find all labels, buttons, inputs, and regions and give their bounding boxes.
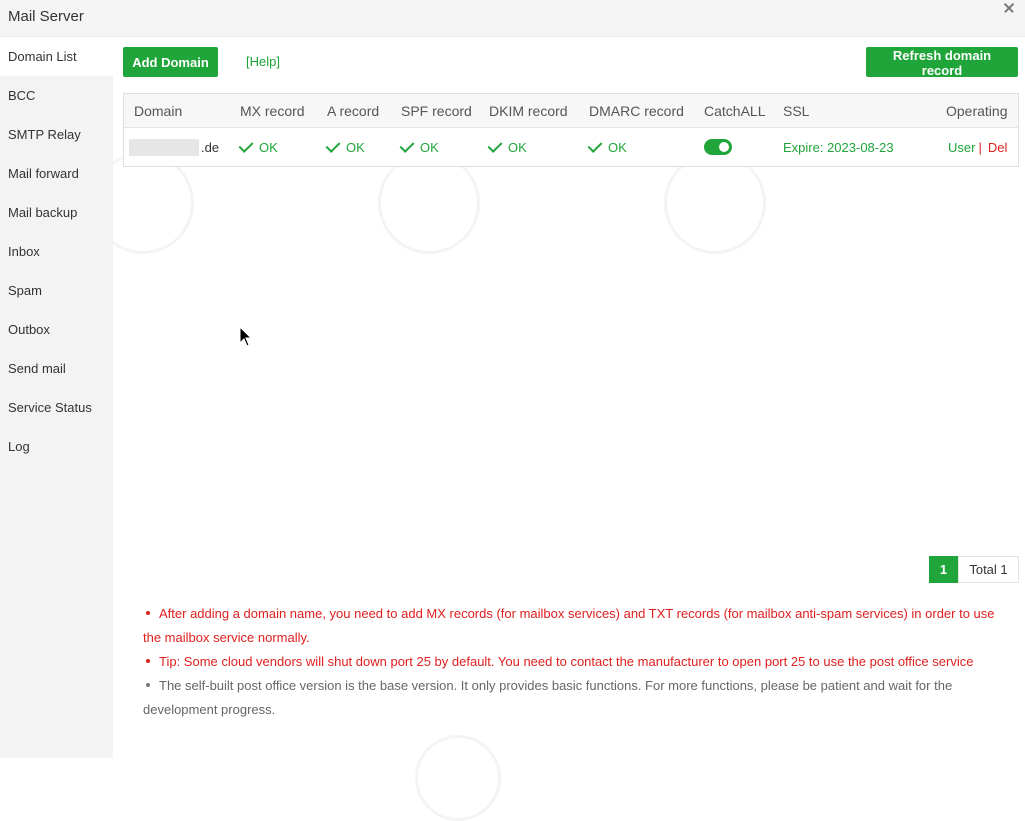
sidebar-item-bcc[interactable]: BCC [0, 76, 113, 115]
catchall-cell [704, 128, 732, 166]
sidebar-item-smtp-relay[interactable]: SMTP Relay [0, 115, 113, 154]
mx-status: OK [238, 128, 278, 166]
col-catchall: CatchALL [704, 102, 766, 119]
pagination-current-page[interactable]: 1 [929, 556, 958, 583]
tips-list: After adding a domain name, you need to … [143, 602, 1013, 722]
col-a-record: A record [327, 102, 380, 119]
separator: | [978, 139, 982, 155]
sidebar-item-service-status[interactable]: Service Status [0, 388, 113, 427]
mouse-cursor-icon [239, 326, 253, 347]
sidebar-item-send-mail[interactable]: Send mail [0, 349, 113, 388]
refresh-domain-record-button[interactable]: Refresh domain record [866, 47, 1018, 78]
check-icon [487, 137, 503, 153]
delete-link[interactable]: Del [988, 140, 1008, 155]
sidebar-item-mail-forward[interactable]: Mail forward [0, 154, 113, 193]
sidebar-item-outbox[interactable]: Outbox [0, 310, 113, 349]
window-title: Mail Server [8, 8, 84, 25]
redacted-domain [129, 138, 199, 156]
dkim-status: OK [487, 128, 527, 166]
a-status: OK [325, 128, 365, 166]
col-operating: Operating [946, 102, 1008, 119]
main-panel: Add Domain [Help] Refresh domain record … [113, 37, 1025, 758]
close-icon[interactable] [999, 0, 1019, 18]
col-domain: Domain [134, 102, 183, 119]
ssl-expiry: Expire: 2023-08-23 [783, 139, 894, 155]
col-dmarc-record: DMARC record [589, 102, 684, 119]
check-icon [399, 137, 415, 153]
sidebar: Domain List BCC SMTP Relay Mail forward … [0, 37, 113, 758]
tip-item: After adding a domain name, you need to … [143, 606, 995, 645]
title-bar: Mail Server [0, 0, 1025, 37]
check-icon [325, 137, 341, 153]
sidebar-item-inbox[interactable]: Inbox [0, 232, 113, 271]
domain-cell: .de [129, 128, 219, 166]
col-ssl: SSL [783, 102, 810, 119]
sidebar-item-spam[interactable]: Spam [0, 271, 113, 310]
catchall-toggle[interactable] [704, 139, 732, 155]
domain-table: Domain MX record A record SPF record DKI… [123, 93, 1019, 167]
col-dkim-record: DKIM record [489, 102, 568, 119]
check-icon [238, 137, 254, 153]
domain-suffix: .de [201, 139, 220, 155]
dmarc-status: OK [587, 128, 627, 166]
tip-item: Tip: Some cloud vendors will shut down p… [143, 650, 1013, 674]
spf-status: OK [399, 128, 439, 166]
check-icon [587, 137, 603, 153]
table-header: Domain MX record A record SPF record DKI… [124, 94, 1018, 128]
tip-item: The self-built post office version is th… [143, 678, 953, 717]
help-link[interactable]: [Help] [246, 54, 280, 69]
bullet-icon [146, 659, 150, 664]
add-domain-button[interactable]: Add Domain [123, 47, 218, 77]
table-row: .de OK OK OK OK OK Expire: 2023-08-23 Us… [124, 128, 1018, 166]
bullet-icon [146, 683, 150, 688]
sidebar-item-log[interactable]: Log [0, 427, 113, 466]
pagination-total: Total 1 [958, 556, 1019, 583]
col-spf-record: SPF record [401, 102, 472, 119]
sidebar-item-mail-backup[interactable]: Mail backup [0, 193, 113, 232]
sidebar-item-domain-list[interactable]: Domain List [0, 37, 113, 76]
operating-cell: User | Del [948, 128, 1007, 166]
bullet-icon [146, 611, 150, 616]
user-link[interactable]: User [948, 140, 975, 155]
col-mx-record: MX record [240, 102, 305, 119]
